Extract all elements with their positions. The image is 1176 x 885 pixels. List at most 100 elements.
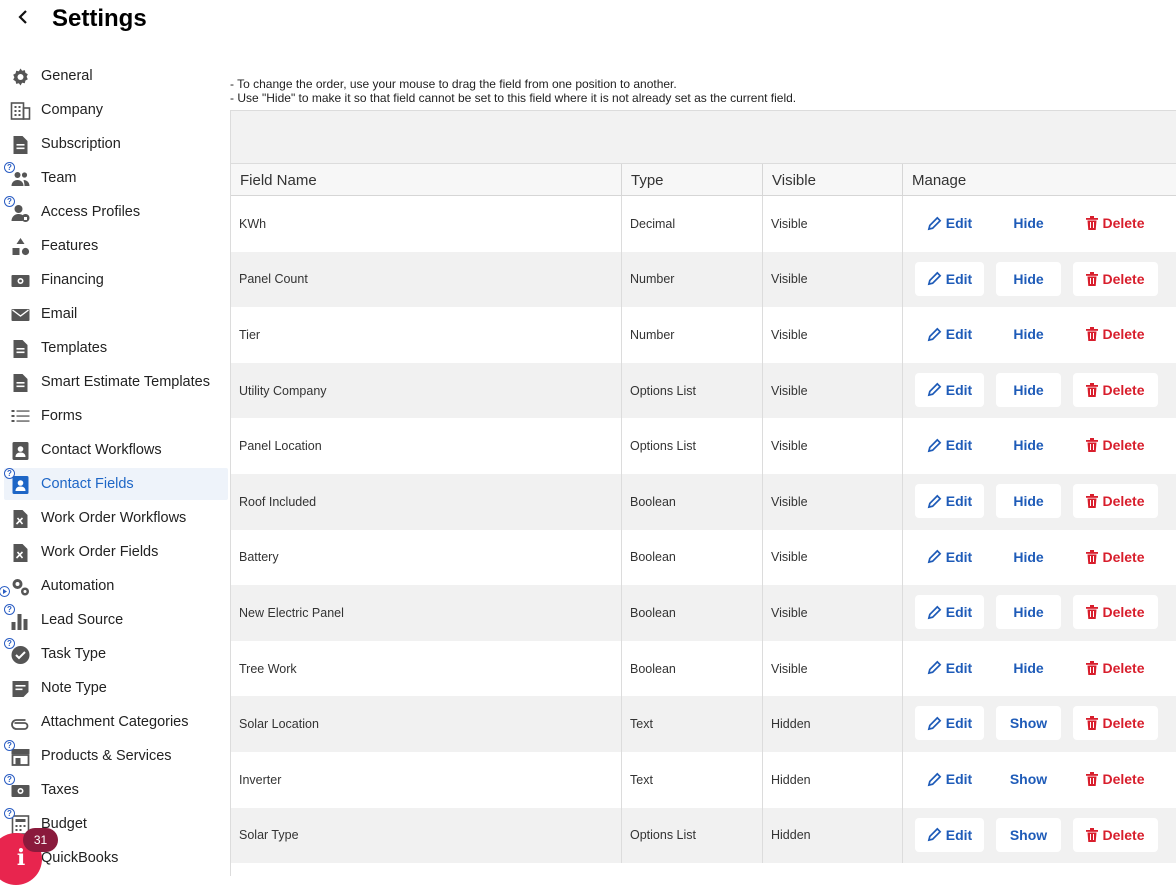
table-row[interactable]: Panel Count Number Visible Edit Hide Delete [231,251,1176,308]
sidebar-item-contact-fields[interactable]: Contact Fields? [4,468,228,500]
delete-button[interactable]: Delete [1073,484,1158,518]
delete-button[interactable]: Delete [1073,650,1158,685]
table-row[interactable]: New Electric Panel Boolean Visible Edit Hide… [231,585,1176,641]
field-type-cell: Decimal [622,196,763,252]
pencil-icon [927,494,942,508]
help-icon[interactable]: ? [4,638,15,649]
table-row[interactable]: Inverter Text Hidden Edit Show Delete [231,752,1176,808]
field-visible-cell: Hidden [763,696,903,752]
delete-button[interactable]: Delete [1073,595,1158,630]
play-circle-icon[interactable] [0,586,10,597]
visibility-toggle-button[interactable]: Hide [996,484,1061,518]
sidebar-item-access-profiles[interactable]: Access Profiles? [4,196,228,228]
delete-button[interactable]: Delete [1073,372,1158,407]
column-header[interactable]: Field Name [231,164,622,196]
edit-button[interactable]: Edit [915,484,984,518]
edit-button[interactable]: Edit [915,817,984,852]
table-row[interactable]: KWh Decimal Visible Edit Hide Delete [231,196,1176,252]
table-row[interactable]: Solar Type Options List Hidden Edit Show Dele… [231,807,1176,864]
delete-label: Delete [1102,826,1145,843]
delete-button[interactable]: Delete [1073,539,1158,574]
delete-label: Delete [1102,215,1145,231]
table-row[interactable]: Solar Location Text Hidden Edit Show Delete [231,696,1176,752]
help-icon[interactable]: ? [4,774,15,785]
delete-button[interactable]: Delete [1073,817,1158,852]
notification-widget[interactable]: i 31 [0,828,60,885]
sidebar-item-automation[interactable]: Automation [0,570,228,602]
visibility-toggle-button[interactable]: Hide [996,317,1061,352]
table-row[interactable]: Utility Company Options List Visible Edit Hi… [231,362,1176,419]
edit-button[interactable]: Edit [915,206,984,240]
help-icon[interactable]: ? [4,196,15,207]
delete-button[interactable]: Delete [1073,762,1158,796]
sidebar-item-note-type[interactable]: Note Type [4,672,228,704]
help-icon[interactable]: ? [4,740,15,751]
visibility-toggle-button[interactable]: Hide [996,539,1061,574]
sidebar-item-work-order-workflows[interactable]: Work Order Workflows [4,502,228,534]
help-icon[interactable]: ? [4,162,15,173]
delete-button[interactable]: Delete [1073,317,1158,352]
help-icon[interactable]: ? [4,604,15,615]
sidebar-item-contact-workflows[interactable]: Contact Workflows [4,434,228,466]
table-row[interactable]: Tree Work Boolean Visible Edit Hide Delete [231,640,1176,697]
column-header[interactable]: Type [622,164,763,196]
back-chevron-icon[interactable] [14,6,32,28]
sidebar-item-lead-source[interactable]: Lead Source? [4,604,228,636]
sidebar-item-products-services[interactable]: Products & Services? [4,740,228,772]
table-row[interactable]: Tier Number Visible Edit Hide Delete [231,307,1176,363]
edit-button[interactable]: Edit [915,539,984,574]
sidebar-item-work-order-fields[interactable]: Work Order Fields [4,536,228,568]
check-circle-icon [11,646,30,664]
delete-button[interactable]: Delete [1073,428,1158,463]
edit-label: Edit [945,270,973,287]
column-header[interactable]: Visible [763,164,903,196]
visibility-toggle-button[interactable]: Hide [996,206,1061,240]
contact-card-icon [12,442,29,460]
edit-button[interactable]: Edit [915,706,984,741]
visibility-toggle-button[interactable]: Hide [996,261,1061,296]
sidebar-item-templates[interactable]: Templates [4,332,228,364]
sidebar-item-label: Contact Workflows [41,442,162,458]
sidebar-item-attachment-categories[interactable]: Attachment Categories [4,706,228,738]
visibility-toggle-button[interactable]: Show [996,762,1061,796]
sidebar-item-subscription[interactable]: Subscription [4,128,228,160]
edit-button[interactable]: Edit [915,762,984,796]
delete-button[interactable]: Delete [1073,261,1158,296]
table-row[interactable]: Panel Location Options List Visible Edit Hid… [231,418,1176,474]
help-icon[interactable]: ? [4,468,15,479]
sidebar-item-general[interactable]: General [4,60,228,92]
delete-button[interactable]: Delete [1073,206,1158,240]
edit-button[interactable]: Edit [915,261,984,296]
edit-button[interactable]: Edit [915,595,984,630]
sidebar-item-taxes[interactable]: Taxes? [4,774,228,806]
visibility-toggle-button[interactable]: Show [996,817,1061,852]
trash-icon [1086,438,1099,453]
sidebar-item-label: General [41,68,93,84]
visibility-toggle-button[interactable]: Show [996,706,1061,741]
tools-doc-icon [13,544,28,562]
sidebar-item-features[interactable]: Features [4,230,228,262]
visibility-toggle-button[interactable]: Hide [996,428,1061,463]
field-type-cell: Number [622,307,763,363]
manage-cell: Edit Show Delete [903,808,1176,864]
visibility-toggle-button[interactable]: Hide [996,650,1061,685]
edit-button[interactable]: Edit [915,372,984,407]
note-icon [12,681,29,697]
sidebar-item-team[interactable]: Team? [4,162,228,194]
edit-button[interactable]: Edit [915,317,984,352]
sidebar-item-forms[interactable]: Forms [4,400,228,432]
visibility-toggle-button[interactable]: Hide [996,372,1061,407]
edit-button[interactable]: Edit [915,650,984,685]
delete-button[interactable]: Delete [1073,706,1158,741]
edit-button[interactable]: Edit [915,428,984,463]
table-row[interactable]: Battery Boolean Visible Edit Hide Delete [231,529,1176,586]
sidebar-item-task-type[interactable]: Task Type? [4,638,228,670]
help-icon[interactable]: ? [4,808,15,819]
sidebar-item-financing[interactable]: Financing [4,264,228,296]
sidebar-item-smart-estimate-templates[interactable]: Smart Estimate Templates [4,366,228,398]
sidebar-item-email[interactable]: Email [4,298,228,330]
visibility-toggle-button[interactable]: Hide [996,595,1061,630]
table-row[interactable]: Roof Included Boolean Visible Edit Hide Delet… [231,474,1176,530]
sidebar-item-company[interactable]: Company [4,94,228,126]
field-name-cell: Tier [231,307,622,363]
